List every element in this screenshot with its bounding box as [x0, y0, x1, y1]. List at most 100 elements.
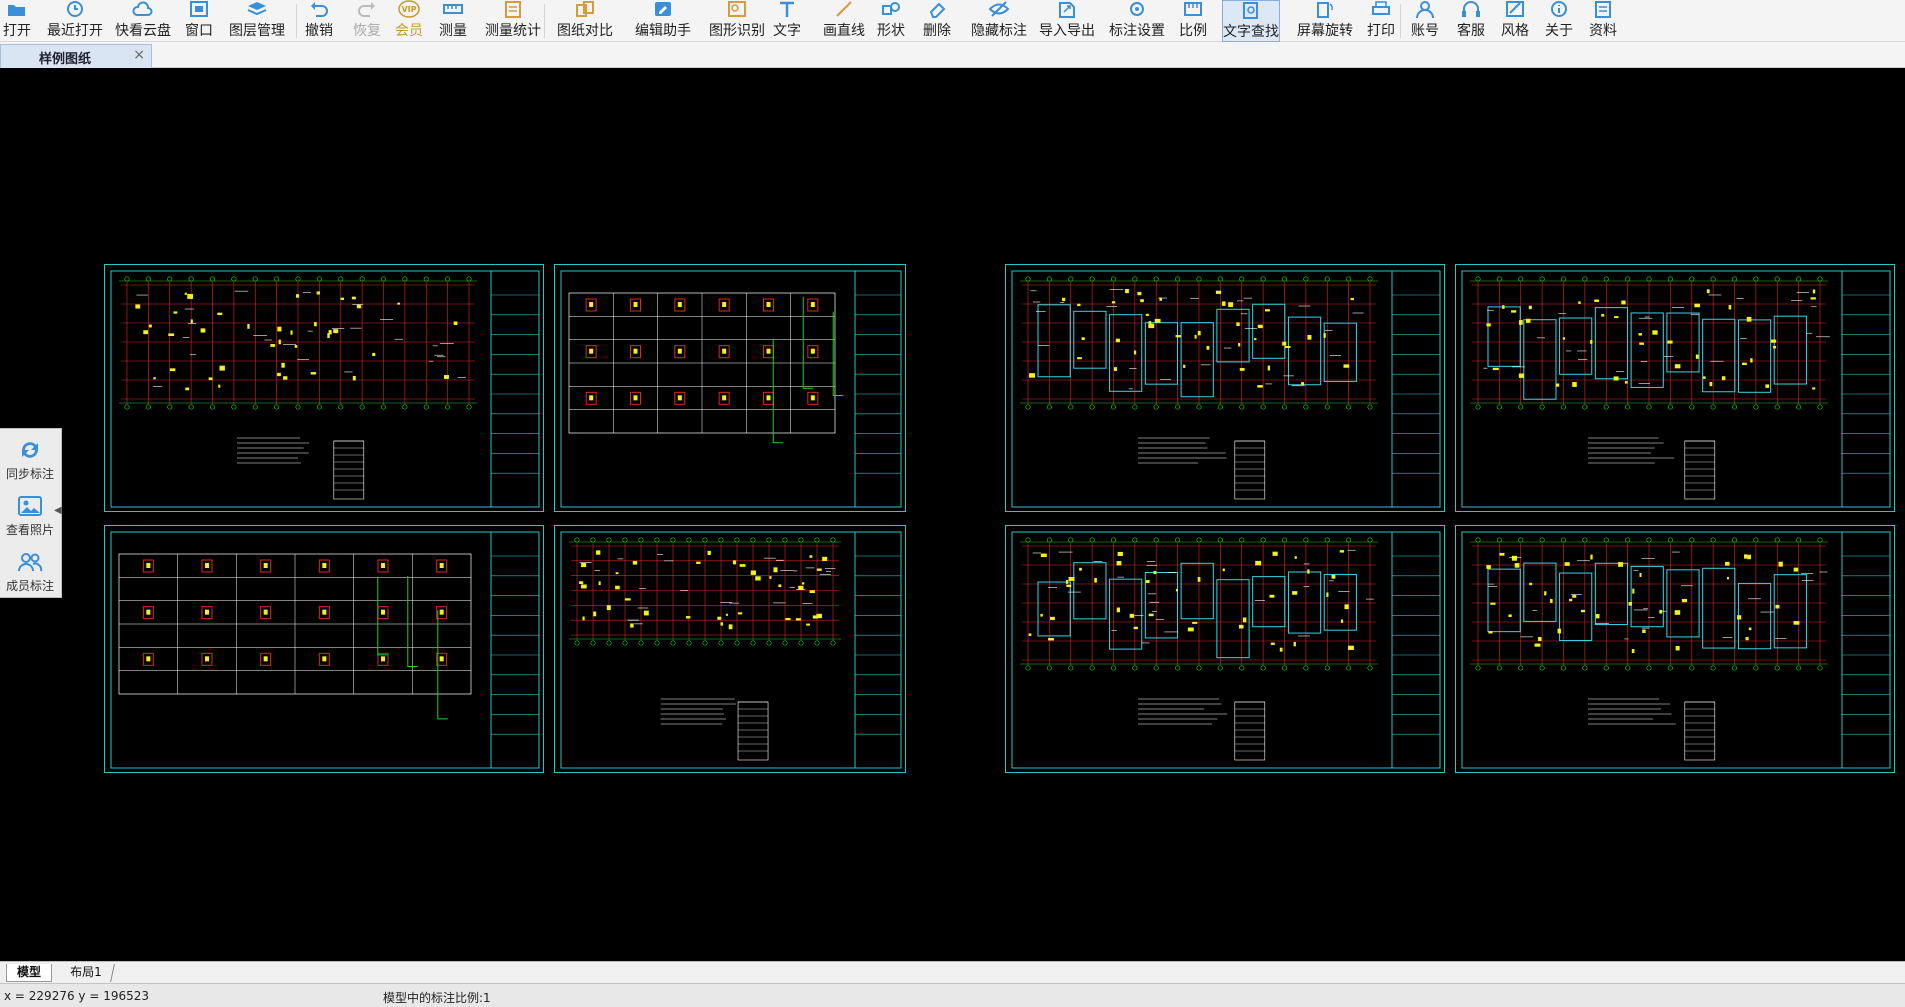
toolbar-button-layers[interactable]: 图层管理: [228, 0, 286, 42]
toolbar-button-shape[interactable]: 形状: [876, 0, 906, 42]
toolbar-button-vip[interactable]: VIP 会员: [394, 0, 424, 42]
import-export-icon: [1059, 2, 1075, 18]
toolbar-button-redo[interactable]: 恢复: [352, 0, 382, 42]
view-photos-button[interactable]: 查看照片: [0, 489, 60, 545]
sync-icon: [22, 442, 38, 458]
drawing-sheet[interactable]: [554, 525, 906, 773]
ruler-icon: [443, 4, 463, 14]
documents-icon: [1595, 1, 1611, 18]
toolbar-button-label: 文字查找: [1223, 24, 1279, 40]
toolbar-button-eye-hide[interactable]: 隐藏标注: [970, 0, 1028, 42]
folder-open-icon: [8, 5, 25, 16]
headset-icon: [1462, 1, 1480, 17]
drawing-canvas[interactable]: [0, 68, 1905, 961]
measure-stats-icon: [505, 1, 521, 18]
toolbar-button-clock-history[interactable]: 最近打开: [46, 0, 104, 42]
toolbar-button-user[interactable]: 账号: [1410, 0, 1440, 42]
toolbar-button-label: 图层管理: [229, 23, 285, 39]
rotate-screen-icon: [1317, 2, 1333, 18]
toolbar-button-label: 测量: [439, 23, 467, 39]
toolbar-button-text-search[interactable]: 文字查找: [1222, 0, 1280, 42]
window-icon: [190, 1, 208, 17]
toolbar-button-label: 标注设置: [1109, 23, 1165, 39]
toolbar-button-label: 打印: [1367, 23, 1395, 39]
shape-recognize-icon: [728, 1, 746, 17]
drawing-sheet[interactable]: [104, 525, 544, 773]
collapse-panel-icon[interactable]: ◀: [54, 505, 62, 516]
toolbar-button-label: 账号: [1411, 23, 1439, 39]
drawing-sheet[interactable]: [1005, 264, 1445, 512]
toolbar-button-documents[interactable]: 资料: [1588, 0, 1618, 42]
toolbar-button-scale[interactable]: 比例: [1178, 0, 1208, 42]
member-annotation-button[interactable]: 成员标注: [0, 545, 60, 601]
toolbar-button-label: 图形识别: [709, 23, 765, 39]
toolbar-button-import-export[interactable]: 导入导出: [1038, 0, 1096, 42]
toolbar-button-headset[interactable]: 客服: [1456, 0, 1486, 42]
drawing-sheet[interactable]: [554, 264, 906, 512]
toolbar-button-label: 屏幕旋转: [1297, 23, 1353, 39]
toolbar-button-undo[interactable]: 撤销: [304, 0, 334, 42]
toolbar-button-cloud[interactable]: 快看云盘: [114, 0, 172, 42]
layout-tab-model[interactable]: 模型: [6, 964, 53, 982]
toolbar-button-label: 资料: [1589, 23, 1617, 39]
status-bar: x = 229276 y = 196523 模型中的标注比例:1: [0, 983, 1905, 1007]
toolbar-button-printer[interactable]: 打印: [1366, 0, 1396, 42]
toolbar-button-info[interactable]: 关于: [1544, 0, 1574, 42]
eye-hide-icon: [988, 1, 1010, 17]
toolbar-button-edit-helper[interactable]: 编辑助手: [634, 0, 692, 42]
toolbar-button-label: 比例: [1179, 23, 1207, 39]
toolbar-button-label: 快看云盘: [115, 23, 171, 39]
text-search-icon: [1243, 2, 1258, 19]
toolbar-button-line[interactable]: 画直线: [822, 0, 866, 42]
shape-icon: [882, 2, 900, 15]
toolbar-button-eraser[interactable]: 删除: [922, 0, 952, 42]
toolbar-button-label: 导入导出: [1039, 23, 1095, 39]
toolbar-button-rotate-screen[interactable]: 屏幕旋转: [1296, 0, 1354, 42]
toolbar-button-shape-recognize[interactable]: 图形识别: [708, 0, 766, 42]
toolbar-button-folder-open[interactable]: 打开: [0, 0, 34, 42]
printer-icon: [1372, 1, 1390, 15]
toolbar-button-annotation-settings[interactable]: 标注设置: [1108, 0, 1166, 42]
drawing-sheet[interactable]: [1005, 525, 1445, 773]
compare-icon: [576, 1, 594, 17]
toolbar-button-label: 恢复: [353, 23, 381, 39]
annotation-settings-icon: [1130, 2, 1144, 16]
tab-label: 样例图纸: [39, 52, 92, 67]
toolbar-button-ruler[interactable]: 测量: [438, 0, 468, 42]
layout-tab-bar: 模型 布局1: [0, 961, 1905, 983]
toolbar-button-style[interactable]: 风格: [1500, 0, 1530, 42]
tab-close-icon[interactable]: ×: [133, 47, 145, 63]
toolbar-button-label: 图纸对比: [557, 23, 613, 39]
drawing-sheet[interactable]: [1455, 525, 1895, 773]
drawing-sheet[interactable]: [1455, 264, 1895, 512]
annotation-scale: 模型中的标注比例:1: [383, 991, 491, 1005]
toolbar-button-label: 撤销: [305, 23, 333, 39]
photo-icon: [18, 496, 42, 516]
toolbar-button-label: 删除: [923, 23, 951, 39]
sync-annotation-button[interactable]: 同步标注: [0, 433, 60, 489]
toolbar-button-label: 测量统计: [485, 23, 541, 39]
vip-icon: VIP: [398, 0, 420, 18]
layout-tab-layout1-label: 布局1: [70, 965, 102, 979]
member-annotation-label: 成员标注: [5, 579, 54, 593]
toolbar-button-label: 窗口: [185, 23, 213, 39]
user-icon: [1416, 1, 1434, 18]
toolbar-separator: [544, 4, 545, 38]
toolbar-separator: [296, 4, 297, 38]
toolbar-button-text[interactable]: 文字: [772, 0, 802, 42]
toolbar-button-label: 风格: [1501, 23, 1529, 39]
toolbar-button-compare[interactable]: 图纸对比: [556, 0, 614, 42]
layout-tab-layout1[interactable]: 布局1: [58, 964, 115, 982]
toolbar-button-label: 关于: [1545, 23, 1573, 39]
clock-history-icon: [67, 1, 83, 17]
info-icon: [1551, 1, 1567, 17]
toolbar-button-measure-stats[interactable]: 测量统计: [484, 0, 542, 42]
style-icon: [1506, 1, 1524, 17]
drawing-sheet[interactable]: [104, 264, 544, 512]
cursor-coordinates: x = 229276 y = 196523: [4, 989, 150, 1003]
toolbar-button-window[interactable]: 窗口: [184, 0, 214, 42]
scale-icon: [1184, 2, 1202, 16]
side-annotation-panel: 同步标注 查看照片 成员标注 ◀: [0, 428, 62, 598]
toolbar-button-label: 会员: [395, 23, 423, 39]
tab-sample-drawing[interactable]: 样例图纸 ×: [0, 44, 152, 68]
